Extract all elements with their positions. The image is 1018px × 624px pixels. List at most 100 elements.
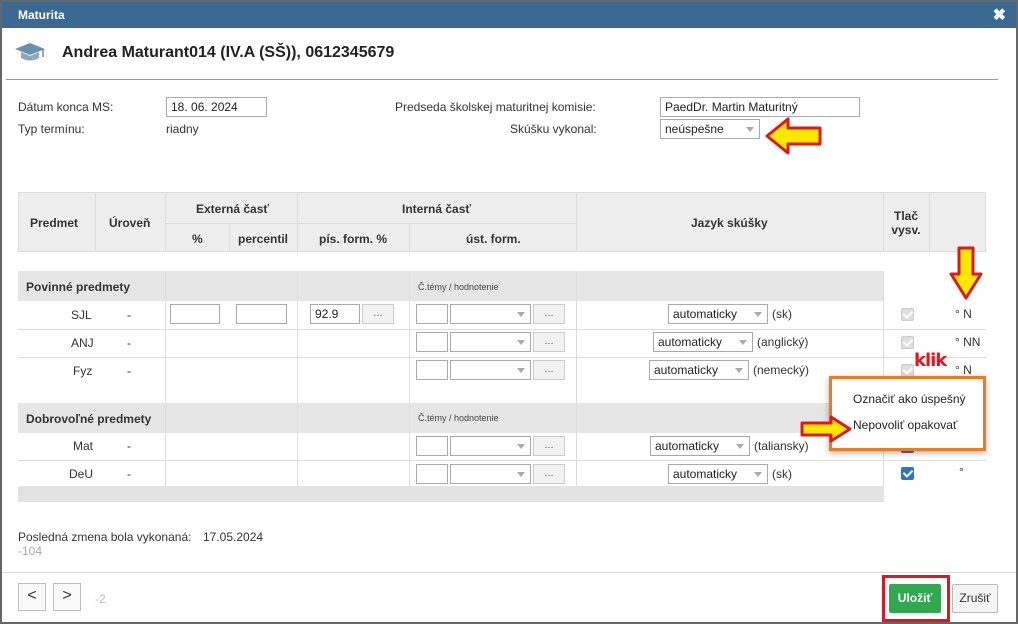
chair-label: Predseda školskej maturitnej komisie:	[395, 100, 596, 114]
header-divider	[6, 79, 998, 80]
close-icon[interactable]: ✖	[993, 5, 1006, 25]
chevron-down-icon	[517, 368, 525, 373]
topic-input[interactable]	[416, 304, 448, 324]
row-level: -	[127, 467, 131, 481]
chevron-down-icon	[517, 312, 525, 317]
topic-input[interactable]	[416, 436, 448, 456]
window-title: Maturita	[18, 8, 65, 22]
written-dots-button[interactable]: ...	[362, 304, 394, 324]
print-checkbox[interactable]	[901, 336, 914, 349]
row-subject: Fyz	[73, 364, 93, 378]
language-value: automaticky	[673, 307, 738, 321]
percentile-input[interactable]	[236, 304, 287, 324]
chevron-down-icon	[754, 472, 762, 477]
topic-input[interactable]	[416, 360, 448, 380]
student-title: Andrea Maturant014 (IV.A (SŠ)), 06123456…	[62, 44, 395, 61]
oral-dots-button[interactable]: ...	[533, 360, 565, 380]
table-scrollbar[interactable]	[18, 486, 884, 502]
last-change-label: Posledná zmena bola vykonaná:	[18, 530, 192, 544]
row-level: -	[127, 308, 131, 322]
grade-select[interactable]	[450, 332, 531, 352]
chevron-down-icon	[746, 127, 754, 132]
chevron-down-icon	[517, 472, 525, 477]
print-checkbox[interactable]	[901, 308, 914, 321]
col-percentile: percentil	[238, 232, 289, 246]
row-subject: SJL	[71, 308, 92, 322]
written-input[interactable]	[310, 304, 360, 324]
oral-dots-button[interactable]: ...	[533, 304, 565, 324]
exam-result-value: neúspešne	[665, 122, 724, 136]
menu-item-mark-success[interactable]: Označiť ako úspešný	[853, 392, 966, 406]
percent-input[interactable]	[170, 304, 220, 324]
annotation-arrow-right-icon	[800, 415, 852, 443]
row-subject: ANJ	[71, 336, 94, 350]
chevron-down-icon	[736, 444, 744, 449]
chevron-down-icon	[517, 340, 525, 345]
language-select[interactable]: automaticky	[653, 332, 753, 352]
last-change-value: 17.05.2024	[203, 530, 264, 544]
record-counter: -2	[95, 592, 106, 606]
annotation-arrow-down-icon	[949, 246, 983, 300]
term-value: riadny	[166, 122, 199, 136]
grade-select[interactable]	[450, 360, 531, 380]
row-subject: DeU	[69, 467, 94, 481]
topic-input[interactable]	[416, 332, 448, 352]
language-select[interactable]: automaticky	[668, 304, 768, 324]
col-percent: %	[192, 232, 203, 246]
prev-button[interactable]: <	[18, 583, 46, 611]
language-value: automaticky	[673, 467, 738, 481]
language-suffix: (anglický)	[757, 335, 809, 349]
date-label: Dátum konca MS:	[18, 100, 114, 114]
language-select[interactable]: automaticky	[668, 464, 768, 484]
oral-dots-button[interactable]: ...	[533, 436, 565, 456]
language-suffix: (sk)	[772, 467, 792, 481]
print-checkbox[interactable]	[901, 467, 914, 480]
oral-dots-button[interactable]: ...	[533, 464, 565, 484]
row-level: -	[127, 336, 131, 350]
exam-result-select[interactable]: neúspešne	[660, 119, 760, 139]
row-subject: Mat	[73, 439, 94, 453]
grade-select[interactable]	[450, 436, 531, 456]
chevron-down-icon	[517, 444, 525, 449]
section-sub: Č.témy / hodnotenie	[418, 282, 499, 292]
cancel-button[interactable]: Zrušiť	[952, 584, 998, 613]
next-button[interactable]: >	[53, 583, 81, 611]
col-level: Úroveň	[109, 216, 151, 230]
exam-result-label: Skúšku vykonal:	[510, 122, 597, 136]
section-title: Dobrovoľné predmety	[26, 412, 152, 426]
term-label: Typ termínu:	[18, 122, 85, 136]
col-print: Tlač vysv.	[891, 209, 921, 237]
chevron-down-icon	[754, 312, 762, 317]
language-select[interactable]: automaticky	[650, 436, 750, 456]
grade-select[interactable]	[450, 304, 531, 324]
chair-input[interactable]	[660, 97, 860, 117]
language-suffix: (nemecký)	[753, 363, 810, 377]
language-suffix: (sk)	[772, 307, 792, 321]
language-select[interactable]: automaticky	[649, 360, 749, 380]
col-language: Jazyk skúšky	[691, 216, 768, 230]
graduation-cap-icon	[15, 43, 45, 61]
annotation-klik: klik	[914, 350, 947, 371]
row-flag: °	[959, 465, 964, 479]
col-internal: Interná časť	[402, 202, 472, 216]
language-value: automaticky	[658, 335, 723, 349]
date-input[interactable]	[166, 97, 267, 117]
record-code: -104	[18, 544, 43, 558]
col-subject: Predmet	[30, 216, 79, 230]
footer-divider	[2, 572, 1016, 573]
save-button[interactable]: Uložiť	[889, 584, 941, 613]
chevron-down-icon	[739, 340, 747, 345]
chevron-down-icon	[735, 368, 743, 373]
menu-item-disallow-repeat[interactable]: Nepovoliť opakovať	[853, 418, 957, 432]
annotation-arrow-left-icon	[765, 117, 822, 155]
language-value: automaticky	[654, 363, 719, 377]
oral-dots-button[interactable]: ...	[533, 332, 565, 352]
row-level: -	[127, 439, 131, 453]
window-titlebar: Maturita ✖	[2, 2, 1016, 28]
col-written: pís. form. %	[319, 232, 388, 246]
language-value: automaticky	[655, 439, 720, 453]
section-sub: Č.témy / hodnotenie	[418, 413, 499, 423]
row-flag: ° N	[955, 363, 972, 377]
topic-input[interactable]	[416, 464, 448, 484]
grade-select[interactable]	[450, 464, 531, 484]
